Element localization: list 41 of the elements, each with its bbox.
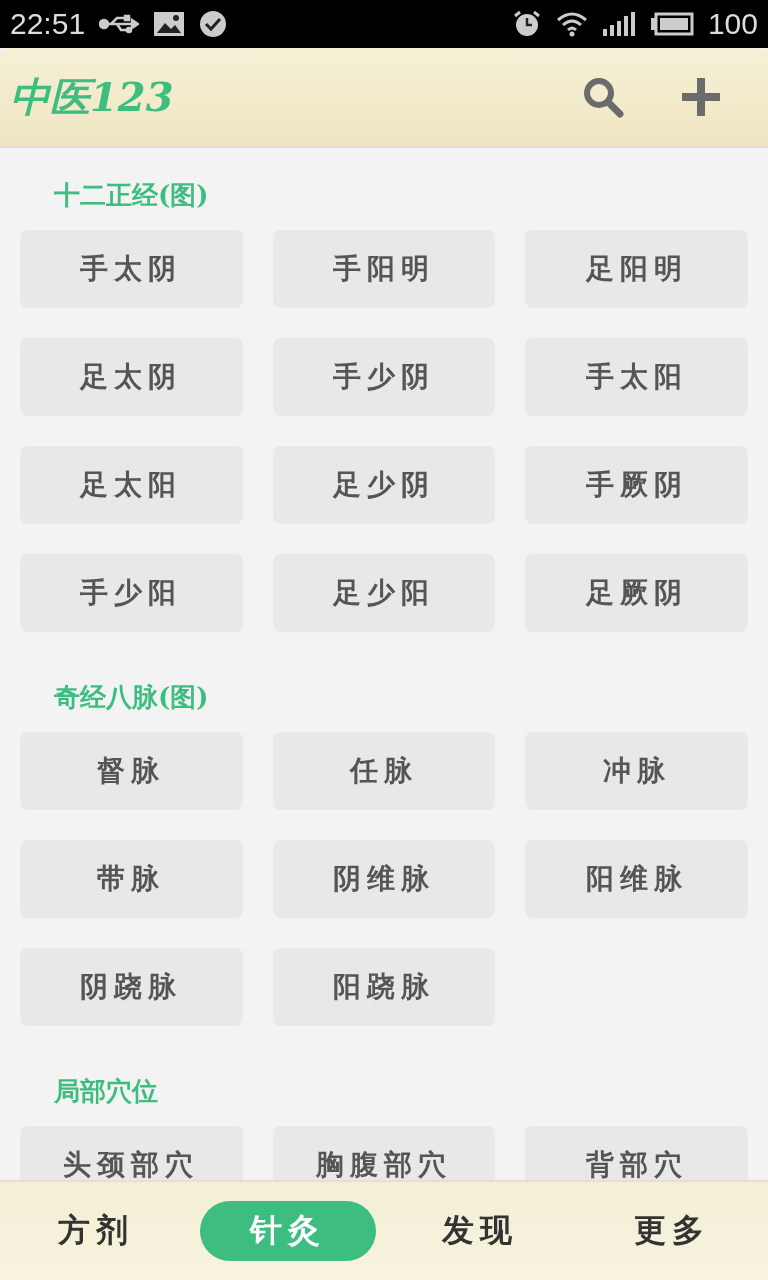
meridian-button[interactable]: 冲脉 [525,732,748,810]
add-icon[interactable] [680,76,722,118]
meridian-button[interactable]: 胸腹部穴 [272,1126,496,1180]
meridian-button[interactable]: 手太阴 [20,230,243,308]
meridian-button[interactable]: 带脉 [20,840,243,918]
nav-tab[interactable]: 更多 [584,1201,760,1261]
meridian-button[interactable]: 阴跷脉 [20,948,243,1026]
meridian-button[interactable]: 足少阳 [272,554,496,632]
meridian-button[interactable]: 足少阴 [272,446,496,524]
meridian-button[interactable]: 阳维脉 [525,840,748,918]
meridian-button[interactable]: 督脉 [20,732,243,810]
meridian-button[interactable]: 手阳明 [272,230,496,308]
meridian-button[interactable]: 背部穴 [525,1126,748,1180]
meridian-button[interactable]: 足太阳 [20,446,243,524]
meridian-button[interactable]: 头颈部穴 [20,1126,243,1180]
check-circle-icon [199,10,228,38]
search-icon[interactable] [582,76,624,118]
status-time: 22:51 [10,7,86,41]
app-title: 中医123 [10,71,174,122]
meridian-button[interactable]: 手少阳 [20,554,243,632]
usb-icon [99,14,140,34]
nav-tab[interactable]: 发现 [392,1201,568,1261]
meridian-button[interactable]: 足阳明 [525,230,748,308]
meridian-button[interactable]: 手厥阴 [525,446,748,524]
wifi-icon [555,11,588,37]
meridian-button[interactable]: 足太阴 [20,338,243,416]
section-title: 十二正经(图) [53,179,210,212]
battery-icon [649,12,694,36]
signal-icon [601,11,636,37]
battery-level: 100 [707,7,758,41]
meridian-button[interactable]: 手太阳 [525,338,748,416]
meridian-button[interactable]: 手少阴 [272,338,496,416]
meridian-button[interactable]: 阴维脉 [272,840,496,918]
alarm-icon [511,9,542,39]
meridian-button[interactable]: 阳跷脉 [272,948,496,1026]
nav-tab[interactable]: 方剂 [8,1201,184,1261]
section-title: 局部穴位 [53,1075,159,1108]
meridian-button[interactable]: 足厥阴 [525,554,748,632]
image-icon [153,11,186,37]
section-title: 奇经八脉(图) [53,681,210,714]
meridian-button[interactable]: 任脉 [272,732,496,810]
